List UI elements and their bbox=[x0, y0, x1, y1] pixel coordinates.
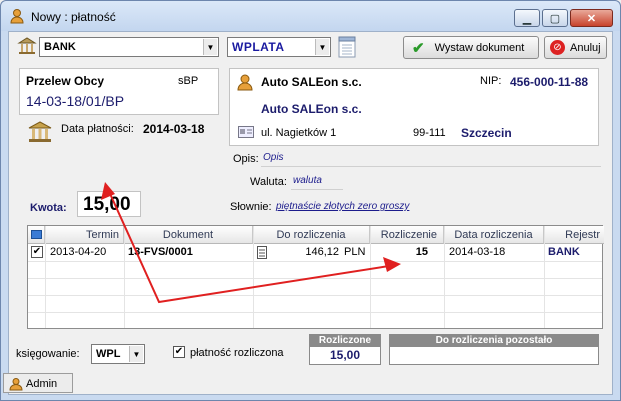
user-status[interactable]: Admin bbox=[3, 373, 73, 393]
ksiegowanie-select[interactable]: WPL ▼ bbox=[91, 344, 145, 364]
minimize-button[interactable]: ▁ bbox=[514, 9, 540, 27]
chevron-down-icon[interactable]: ▼ bbox=[129, 346, 143, 362]
user-name: Admin bbox=[26, 378, 58, 390]
pozostalo-label: Do rozliczenia pozostało bbox=[390, 335, 598, 347]
rozliczone-box: Rozliczone 15,00 bbox=[309, 334, 381, 365]
minimize-icon: ▁ bbox=[522, 12, 532, 25]
ksiegowanie-value: WPL bbox=[96, 348, 121, 360]
pozostalo-box: Do rozliczenia pozostało bbox=[389, 334, 599, 365]
platnosc-label: płatność rozliczona bbox=[190, 347, 284, 359]
rozliczone-value: 15,00 bbox=[329, 348, 361, 362]
maximize-icon: ▢ bbox=[549, 12, 561, 25]
platnosc-checkbox[interactable]: ✔ bbox=[173, 346, 185, 358]
app-person-icon bbox=[9, 8, 25, 24]
app-window: Nowy : płatność ▁ ▢ ✕ BANK ▼ WPLATA ▼ ✔ … bbox=[0, 0, 621, 401]
ksiegowanie-label: księgowanie: bbox=[16, 348, 80, 360]
maximize-button[interactable]: ▢ bbox=[542, 9, 568, 27]
user-icon bbox=[9, 377, 23, 391]
window-title: Nowy : płatność bbox=[31, 10, 116, 24]
client-area: BANK ▼ WPLATA ▼ ✔ Wystaw dokument ⊘ Anul… bbox=[8, 31, 613, 395]
title-bar: Nowy : płatność ▁ ▢ ✕ bbox=[1, 1, 620, 31]
rozliczone-label: Rozliczone bbox=[310, 335, 380, 347]
close-icon: ✕ bbox=[586, 12, 597, 25]
close-button[interactable]: ✕ bbox=[570, 9, 613, 27]
